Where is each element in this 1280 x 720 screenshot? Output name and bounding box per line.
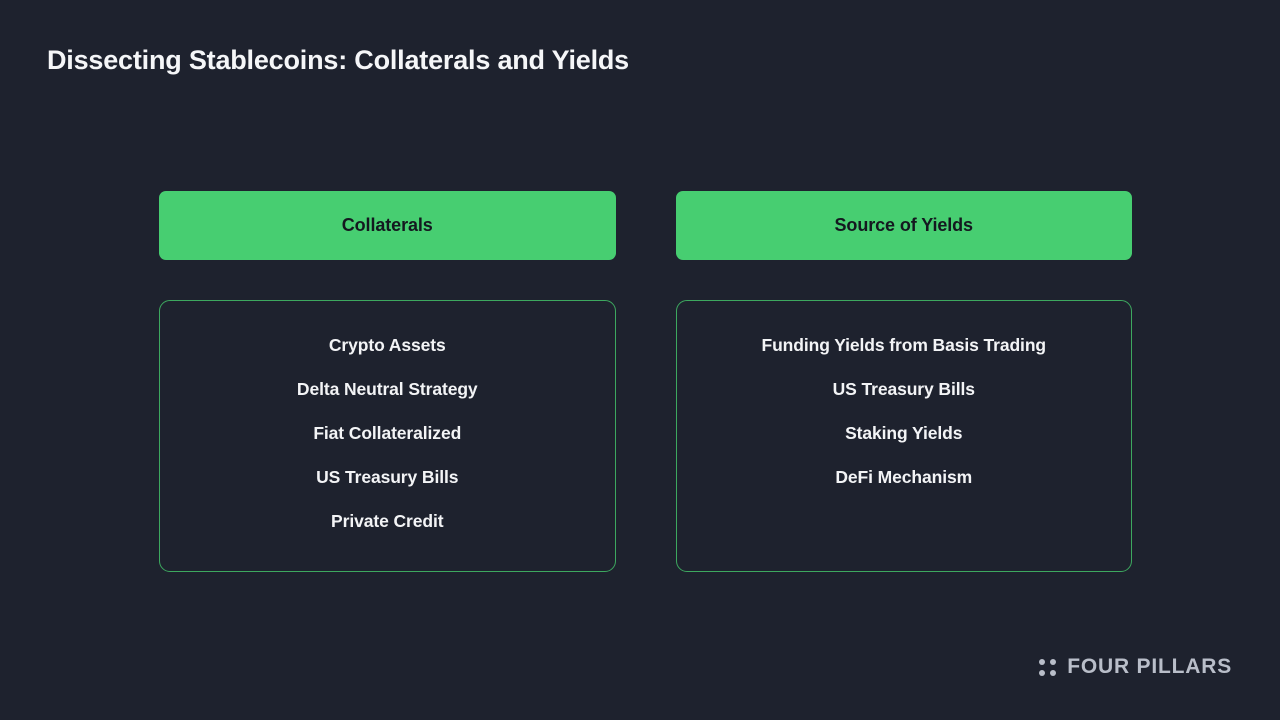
list-item: Staking Yields — [845, 423, 963, 443]
page-title: Dissecting Stablecoins: Collaterals and … — [47, 45, 629, 75]
column-header-collaterals: Collaterals — [159, 191, 616, 260]
column-header-source-of-yields: Source of Yields — [675, 191, 1132, 260]
dot-top-right — [1050, 658, 1057, 665]
list-item: Private Credit — [331, 511, 444, 531]
dot-bottom-left — [1039, 669, 1046, 676]
columns-container: Collaterals Crypto Assets Delta Neutral … — [159, 191, 1132, 572]
list-item: Fiat Collateralized — [313, 423, 462, 443]
column-card-source-of-yields: Funding Yields from Basis Trading US Tre… — [675, 300, 1132, 572]
column-collaterals: Collaterals Crypto Assets Delta Neutral … — [159, 191, 616, 572]
column-source-of-yields: Source of Yields Funding Yields from Bas… — [675, 191, 1132, 572]
list-item: Funding Yields from Basis Trading — [761, 335, 1047, 355]
list-item: Delta Neutral Strategy — [296, 379, 478, 399]
list-item: US Treasury Bills — [316, 467, 459, 487]
list-item: Crypto Assets — [328, 335, 446, 355]
brand-logo: FOUR PILLARS — [1039, 655, 1232, 679]
brand-name: FOUR PILLARS — [1067, 655, 1232, 678]
dot-bottom-right — [1050, 669, 1057, 676]
dot-top-left — [1039, 658, 1046, 665]
slide-canvas: Dissecting Stablecoins: Collaterals and … — [0, 0, 1280, 720]
column-header-label: Collaterals — [341, 215, 433, 235]
four-dots-icon — [1039, 658, 1057, 676]
list-item: US Treasury Bills — [832, 379, 975, 399]
list-item: DeFi Mechanism — [835, 467, 973, 487]
column-card-collaterals: Crypto Assets Delta Neutral Strategy Fia… — [159, 300, 616, 572]
column-header-label: Source of Yields — [834, 215, 974, 235]
